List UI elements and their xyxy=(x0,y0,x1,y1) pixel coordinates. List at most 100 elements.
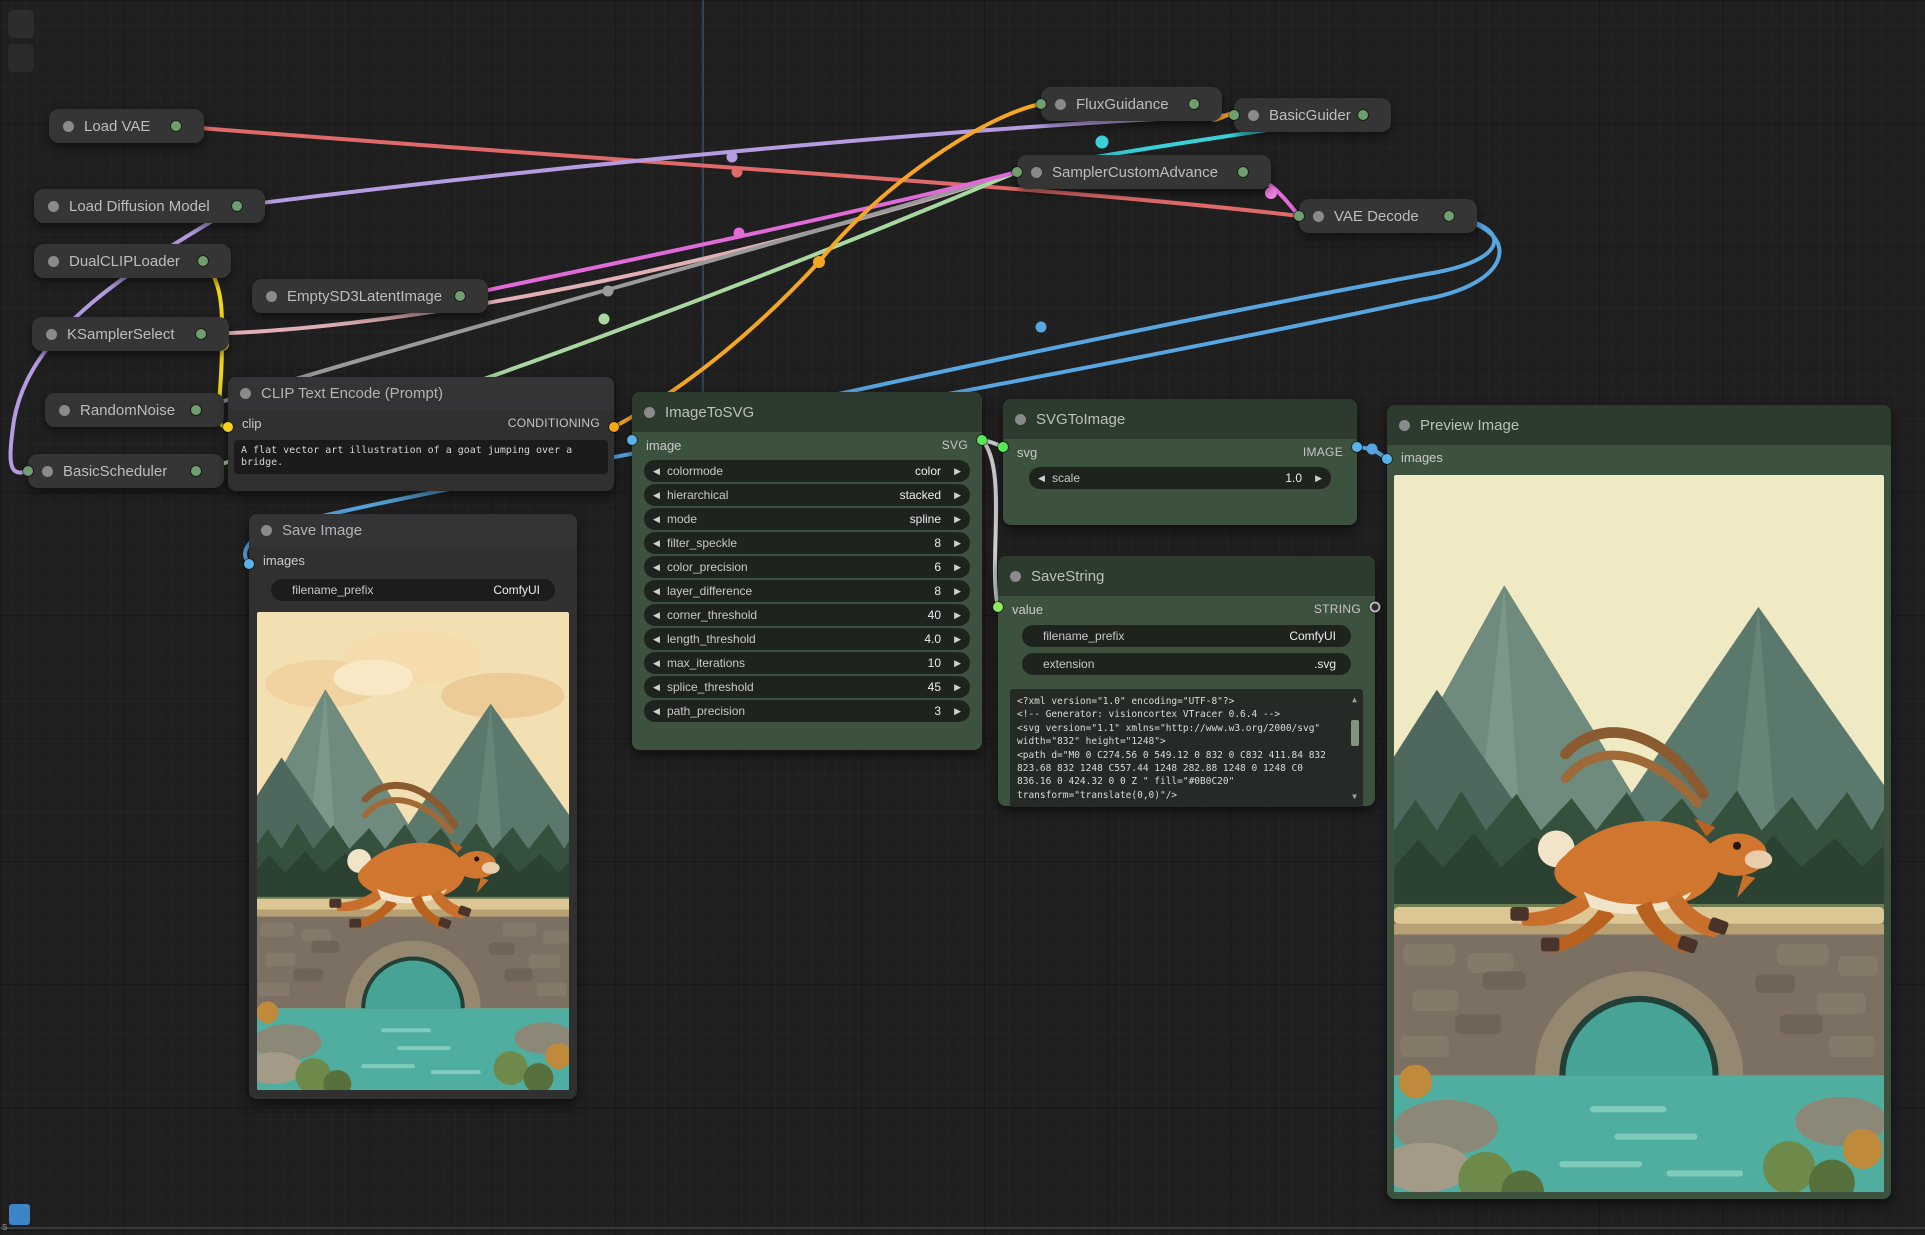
collapse-dot[interactable] xyxy=(1399,420,1410,431)
node-basic-scheduler[interactable]: BasicScheduler xyxy=(28,454,224,488)
widget-max-iterations[interactable]: ◀max_iterations10▶ xyxy=(644,652,970,674)
widget-filename-prefix[interactable]: filename_prefix ComfyUI xyxy=(271,579,555,601)
collapse-dot[interactable] xyxy=(240,388,251,399)
increment-arrow-icon[interactable]: ▶ xyxy=(947,466,961,477)
output-slot[interactable] xyxy=(232,201,242,211)
output-slot[interactable] xyxy=(1444,211,1454,221)
output-slot[interactable] xyxy=(196,329,206,339)
node-vae-decode[interactable]: VAE Decode xyxy=(1299,199,1477,233)
decrement-arrow-icon[interactable]: ◀ xyxy=(653,634,667,645)
node-save-image[interactable]: Save Image images filename_prefix ComfyU… xyxy=(249,514,577,1099)
collapse-dot[interactable] xyxy=(1010,571,1021,582)
widget-filename-prefix[interactable]: filename_prefix ComfyUI xyxy=(1022,625,1351,647)
output-slot[interactable] xyxy=(198,256,208,266)
widget-length-threshold[interactable]: ◀length_threshold4.0▶ xyxy=(644,628,970,650)
widget-color-precision[interactable]: ◀color_precision6▶ xyxy=(644,556,970,578)
widget-extension[interactable]: extension .svg xyxy=(1022,653,1351,675)
output-slot-conditioning[interactable] xyxy=(609,422,619,432)
increment-arrow-icon[interactable]: ▶ xyxy=(947,490,961,501)
input-slot[interactable] xyxy=(1036,99,1046,109)
increment-arrow-icon[interactable]: ▶ xyxy=(947,682,961,693)
node-save-string[interactable]: SaveString value STRING filename_prefix … xyxy=(998,556,1375,806)
node-basic-guider[interactable]: BasicGuider xyxy=(1234,98,1391,132)
widget-colormode[interactable]: ◀colormodecolor▶ xyxy=(644,460,970,482)
node-image-to-svg[interactable]: ImageToSVG image SVG ◀colormodecolor▶ ◀h… xyxy=(632,392,982,750)
output-slot-string[interactable] xyxy=(1370,602,1381,613)
output-slot[interactable] xyxy=(1358,110,1368,120)
decrement-arrow-icon[interactable]: ◀ xyxy=(653,466,667,477)
increment-arrow-icon[interactable]: ▶ xyxy=(947,586,961,597)
collapse-dot[interactable] xyxy=(1313,211,1324,222)
collapse-dot[interactable] xyxy=(1055,99,1066,110)
collapse-dot[interactable] xyxy=(266,291,277,302)
input-slot-images[interactable] xyxy=(244,559,254,569)
input-slot[interactable] xyxy=(23,466,33,476)
increment-arrow-icon[interactable]: ▶ xyxy=(947,658,961,669)
collapse-dot[interactable] xyxy=(48,256,59,267)
output-slot[interactable] xyxy=(455,291,465,301)
decrement-arrow-icon[interactable]: ◀ xyxy=(653,706,667,717)
decrement-arrow-icon[interactable]: ◀ xyxy=(653,538,667,549)
input-slot-clip[interactable] xyxy=(223,422,233,432)
widget-corner-threshold[interactable]: ◀corner_threshold40▶ xyxy=(644,604,970,626)
node-ksampler-select[interactable]: KSamplerSelect xyxy=(32,317,229,351)
collapse-dot[interactable] xyxy=(46,329,57,340)
node-sampler-custom-advance[interactable]: SamplerCustomAdvance xyxy=(1017,155,1271,189)
scroll-down-icon[interactable]: ▼ xyxy=(1352,790,1357,803)
scrollbar[interactable]: ▲ ▼ xyxy=(1348,693,1361,803)
increment-arrow-icon[interactable]: ▶ xyxy=(947,562,961,573)
collapse-dot[interactable] xyxy=(644,407,655,418)
increment-arrow-icon[interactable]: ▶ xyxy=(947,610,961,621)
input-slot[interactable] xyxy=(1229,110,1239,120)
widget-layer-difference[interactable]: ◀layer_difference8▶ xyxy=(644,580,970,602)
decrement-arrow-icon[interactable]: ◀ xyxy=(1038,473,1052,484)
scroll-up-icon[interactable]: ▲ xyxy=(1352,693,1357,706)
collapse-dot[interactable] xyxy=(1015,414,1026,425)
output-slot[interactable] xyxy=(171,121,181,131)
collapse-dot[interactable] xyxy=(261,525,272,536)
decrement-arrow-icon[interactable]: ◀ xyxy=(653,610,667,621)
input-slot[interactable] xyxy=(1294,211,1304,221)
node-graph-canvas[interactable]: s xyxy=(0,0,1925,1235)
scrollbar-thumb[interactable] xyxy=(1351,720,1359,746)
widget-path-precision[interactable]: ◀path_precision3▶ xyxy=(644,700,970,722)
increment-arrow-icon[interactable]: ▶ xyxy=(947,706,961,717)
output-slot[interactable] xyxy=(191,466,201,476)
decrement-arrow-icon[interactable]: ◀ xyxy=(653,490,667,501)
decrement-arrow-icon[interactable]: ◀ xyxy=(653,514,667,525)
svg-string-output[interactable]: <?xml version="1.0" encoding="UTF-8"?> <… xyxy=(1010,689,1363,807)
input-slot-images[interactable] xyxy=(1382,454,1392,464)
increment-arrow-icon[interactable]: ▶ xyxy=(947,514,961,525)
decrement-arrow-icon[interactable]: ◀ xyxy=(653,658,667,669)
input-slot[interactable] xyxy=(1012,167,1022,177)
node-svg-to-image[interactable]: SVGToImage svg IMAGE ◀ scale 1.0 ▶ xyxy=(1003,399,1357,525)
output-slot[interactable] xyxy=(191,405,201,415)
output-slot[interactable] xyxy=(1189,99,1199,109)
node-load-diffusion-model[interactable]: Load Diffusion Model xyxy=(34,189,265,223)
decrement-arrow-icon[interactable]: ◀ xyxy=(653,682,667,693)
output-slot-svg[interactable] xyxy=(977,435,987,445)
widget-scale[interactable]: ◀ scale 1.0 ▶ xyxy=(1029,467,1331,489)
collapse-dot[interactable] xyxy=(59,405,70,416)
output-slot[interactable] xyxy=(1238,167,1248,177)
node-dual-clip-loader[interactable]: DualCLIPLoader xyxy=(34,244,231,278)
collapse-dot[interactable] xyxy=(48,201,59,212)
widget-mode[interactable]: ◀modespline▶ xyxy=(644,508,970,530)
increment-arrow-icon[interactable]: ▶ xyxy=(947,538,961,549)
node-flux-guidance[interactable]: FluxGuidance xyxy=(1041,87,1222,121)
node-random-noise[interactable]: RandomNoise xyxy=(45,393,224,427)
collapse-dot[interactable] xyxy=(1248,110,1259,121)
node-empty-sd3-latent-image[interactable]: EmptySD3LatentImage xyxy=(252,279,488,313)
collapse-dot[interactable] xyxy=(1031,167,1042,178)
widget-filter-speckle[interactable]: ◀filter_speckle8▶ xyxy=(644,532,970,554)
collapse-dot[interactable] xyxy=(63,121,74,132)
input-slot-image[interactable] xyxy=(627,435,637,445)
increment-arrow-icon[interactable]: ▶ xyxy=(947,634,961,645)
collapse-dot[interactable] xyxy=(42,466,53,477)
widget-splice-threshold[interactable]: ◀splice_threshold45▶ xyxy=(644,676,970,698)
input-slot-svg[interactable] xyxy=(998,442,1008,452)
decrement-arrow-icon[interactable]: ◀ xyxy=(653,586,667,597)
increment-arrow-icon[interactable]: ▶ xyxy=(1308,473,1322,484)
widget-hierarchical[interactable]: ◀hierarchicalstacked▶ xyxy=(644,484,970,506)
node-preview-image[interactable]: Preview Image images xyxy=(1387,405,1891,1199)
